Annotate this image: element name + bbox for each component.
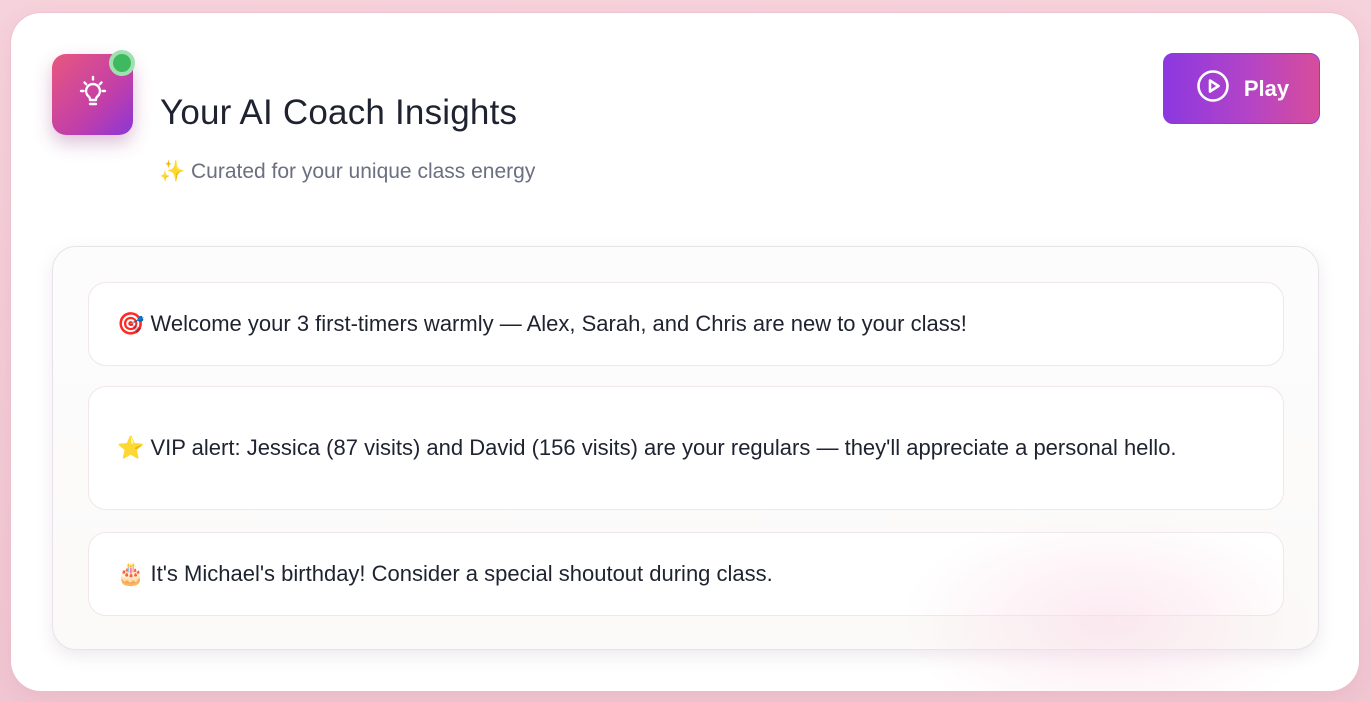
insight-text: ⭐ VIP alert: Jessica (87 visits) and Dav… (117, 435, 1177, 460)
page-title: Your AI Coach Insights (160, 93, 518, 132)
lightbulb-icon (76, 75, 110, 114)
insight-item: 🎯 Welcome your 3 first-timers warmly — A… (88, 282, 1284, 366)
page-subtitle: ✨ Curated for your unique class energy (159, 160, 536, 183)
play-circle-icon (1196, 69, 1230, 109)
coach-insights-panel: Your AI Coach Insights ✨ Curated for you… (11, 13, 1359, 691)
insights-card: 🎯 Welcome your 3 first-timers warmly — A… (52, 246, 1319, 650)
insight-text: 🎯 Welcome your 3 first-timers warmly — A… (117, 311, 967, 336)
insight-item: ⭐ VIP alert: Jessica (87 visits) and Dav… (88, 386, 1284, 510)
insight-text: 🎂 It's Michael's birthday! Consider a sp… (117, 561, 773, 586)
play-button-label: Play (1243, 75, 1290, 101)
online-status-indicator (109, 50, 135, 76)
insight-item: 🎂 It's Michael's birthday! Consider a sp… (88, 532, 1284, 616)
play-button[interactable]: Play (1163, 53, 1320, 124)
